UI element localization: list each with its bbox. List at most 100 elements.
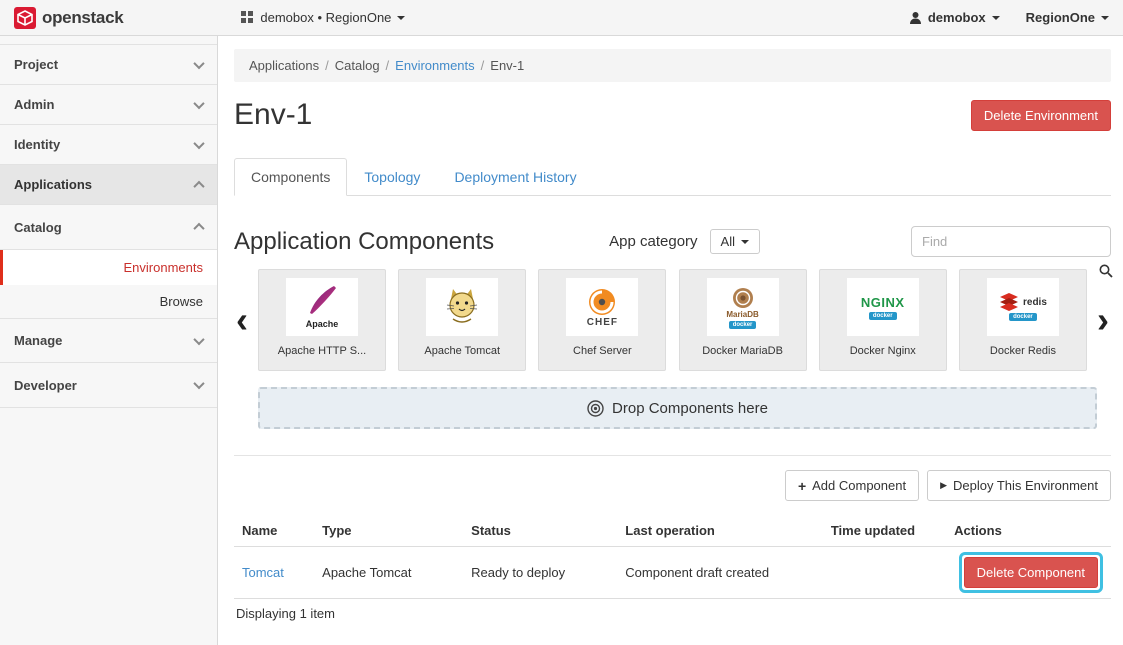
col-name: Name [234, 515, 314, 547]
tab-components[interactable]: Components [234, 158, 347, 196]
region-menu-label: RegionOne [1026, 10, 1095, 25]
drop-components-zone[interactable]: Drop Components here [258, 387, 1097, 429]
project-region-label: demobox • RegionOne [260, 10, 391, 25]
chevron-up-icon [193, 180, 204, 191]
breadcrumb: Applications/Catalog/Environments/Env-1 [234, 49, 1111, 82]
plus-icon: + [798, 479, 806, 493]
grid-icon [241, 11, 254, 24]
chevron-down-icon [193, 97, 204, 108]
component-card-label: Chef Server [573, 345, 632, 357]
openstack-logo-icon [14, 7, 36, 29]
section-title: Application Components [234, 228, 494, 256]
brand-wordmark: openstack [42, 8, 123, 28]
component-status-cell: Ready to deploy [463, 547, 617, 599]
apache-feather-icon: Apache [286, 278, 358, 336]
nginx-wordmark-icon: NGINX docker [847, 278, 919, 336]
play-icon: ▶ [940, 481, 947, 490]
carousel-prev-button[interactable]: ‹ [234, 302, 250, 338]
sidebar-item-label: Project [14, 57, 58, 72]
component-card-apache-tomcat[interactable]: Apache Tomcat [398, 269, 526, 371]
search-icon[interactable] [1099, 264, 1113, 278]
breadcrumb-environments-link[interactable]: Environments [395, 58, 474, 73]
app-category-label: App category [609, 233, 697, 250]
chevron-down-icon [741, 240, 749, 244]
chevron-down-icon [1101, 16, 1109, 20]
tab-bar: Components Topology Deployment History [234, 158, 1111, 196]
sidebar-item-label: Browse [160, 294, 203, 309]
components-carousel: ‹ Apache Apache HTTP S... [234, 269, 1111, 371]
tomcat-cat-icon [426, 278, 498, 336]
col-last-operation: Last operation [617, 515, 823, 547]
component-card-label: Apache HTTP S... [278, 345, 366, 357]
component-last-operation-cell: Component draft created [617, 547, 823, 599]
target-icon [587, 400, 604, 417]
top-navbar: openstack demobox • RegionOne demobox Re… [0, 0, 1123, 36]
table-toolbar: + Add Component ▶ Deploy This Environmen… [234, 470, 1111, 501]
sidebar-item-label: Developer [14, 378, 77, 393]
table-row: Tomcat Apache Tomcat Ready to deploy Com… [234, 547, 1111, 599]
add-component-button[interactable]: + Add Component [785, 470, 919, 501]
chevron-up-icon [193, 223, 204, 234]
component-card-docker-nginx[interactable]: NGINX docker Docker Nginx [819, 269, 947, 371]
component-card-apache-http[interactable]: Apache Apache HTTP S... [258, 269, 386, 371]
sidebar-item-admin[interactable]: Admin [0, 85, 217, 125]
component-card-docker-mariadb[interactable]: MariaDB docker Docker MariaDB [679, 269, 807, 371]
components-table: Name Type Status Last operation Time upd… [234, 515, 1111, 599]
component-card-label: Apache Tomcat [424, 345, 500, 357]
sidebar-item-label: Manage [14, 333, 62, 348]
sidebar-item-environments[interactable]: Environments [0, 250, 217, 285]
tab-topology[interactable]: Topology [347, 158, 437, 196]
sidebar-item-manage[interactable]: Manage [0, 318, 217, 363]
sidebar-spacer [0, 36, 217, 45]
component-card-label: Docker Redis [990, 345, 1056, 357]
chevron-down-icon [193, 57, 204, 68]
user-icon [909, 11, 922, 24]
chevron-down-icon [193, 378, 204, 389]
breadcrumb-applications: Applications [249, 58, 319, 73]
delete-environment-button[interactable]: Delete Environment [971, 100, 1111, 131]
find-wrap [911, 226, 1111, 257]
component-cards: Apache Apache HTTP S... [258, 269, 1087, 371]
main-content: Applications/Catalog/Environments/Env-1 … [218, 36, 1123, 645]
delete-component-button[interactable]: Delete Component [964, 557, 1098, 588]
mariadb-seal-icon: MariaDB docker [707, 278, 779, 336]
project-region-switcher[interactable]: demobox • RegionOne [241, 10, 405, 25]
section-divider [234, 455, 1111, 456]
table-header-row: Name Type Status Last operation Time upd… [234, 515, 1111, 547]
sidebar-item-catalog[interactable]: Catalog [0, 205, 217, 250]
openstack-brand[interactable]: openstack [14, 7, 123, 29]
docker-badge: docker [1009, 313, 1037, 321]
deploy-environment-button[interactable]: ▶ Deploy This Environment [927, 470, 1111, 501]
find-input[interactable] [911, 226, 1111, 257]
chevron-down-icon [992, 16, 1000, 20]
tab-deployment-history[interactable]: Deployment History [437, 158, 593, 196]
sidebar-item-label: Admin [14, 97, 54, 112]
component-card-chef-server[interactable]: CHEF Chef Server [538, 269, 666, 371]
carousel-next-button[interactable]: › [1095, 302, 1111, 338]
add-component-label: Add Component [812, 478, 906, 493]
breadcrumb-current: Env-1 [490, 58, 524, 73]
component-time-updated-cell [823, 547, 946, 599]
region-menu[interactable]: RegionOne [1026, 10, 1109, 25]
col-actions: Actions [946, 515, 1111, 547]
chevron-down-icon [193, 333, 204, 344]
sidebar-nav: Project Admin Identity Applications Cata… [0, 36, 218, 645]
sidebar-item-project[interactable]: Project [0, 45, 217, 85]
breadcrumb-catalog: Catalog [335, 58, 380, 73]
table-footer: Displaying 1 item [234, 599, 1111, 628]
chef-swirl-icon: CHEF [566, 278, 638, 336]
component-name-link[interactable]: Tomcat [242, 565, 284, 580]
sidebar-item-applications[interactable]: Applications [0, 165, 217, 205]
sidebar-item-label: Environments [124, 260, 203, 275]
component-card-docker-redis[interactable]: redis docker Docker Redis [959, 269, 1087, 371]
redis-cube-icon: redis docker [987, 278, 1059, 336]
deploy-environment-label: Deploy This Environment [953, 478, 1098, 493]
page-title: Env-1 [234, 98, 312, 132]
sidebar-item-identity[interactable]: Identity [0, 125, 217, 165]
sidebar-item-developer[interactable]: Developer [0, 363, 217, 408]
component-card-label: Docker MariaDB [702, 345, 783, 357]
chevron-down-icon [193, 137, 204, 148]
user-menu[interactable]: demobox [909, 10, 1000, 25]
sidebar-item-browse[interactable]: Browse [0, 285, 217, 318]
category-dropdown[interactable]: All [710, 229, 760, 254]
